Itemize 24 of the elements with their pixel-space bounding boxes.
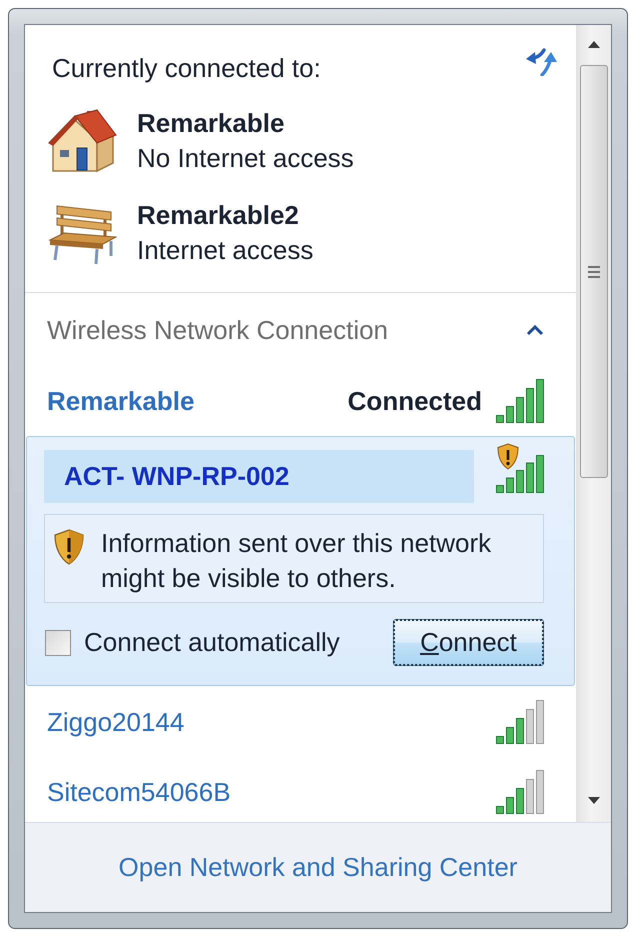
connection-name: Remarkable	[137, 107, 286, 140]
scroll-down-arrow-icon[interactable]	[588, 796, 600, 804]
house-icon	[47, 108, 117, 174]
connect-button[interactable]: Connect	[393, 619, 544, 666]
refresh-icon[interactable]	[525, 48, 559, 76]
connection-name: Remarkable2	[137, 199, 300, 232]
auto-connect-checkbox[interactable]	[45, 630, 71, 656]
network-sharing-center-link[interactable]: Open Network and Sharing Center	[118, 852, 518, 883]
network-status: Connected	[348, 386, 482, 416]
section-title: Wireless Network Connection	[47, 314, 388, 346]
warning-text: Information sent over this network might be visible to others.	[101, 527, 492, 595]
scroll-up-arrow-icon[interactable]	[588, 40, 600, 48]
connection-status: Internet access	[137, 234, 314, 267]
auto-connect-label[interactable]: Connect automatically	[84, 627, 340, 658]
scrollbar-thumb[interactable]	[580, 65, 608, 478]
network-name[interactable]: Sitecom54066B	[47, 776, 231, 808]
connection-status: No Internet access	[137, 142, 354, 175]
shield-warning-icon	[53, 529, 85, 565]
network-name[interactable]: Ziggo20144	[47, 706, 184, 738]
grip-icon	[588, 266, 600, 278]
chevron-icon[interactable]	[526, 324, 544, 336]
network-name[interactable]: ACT- WNP-RP-002	[44, 450, 474, 503]
connected-to-heading: Currently connected to:	[52, 52, 321, 82]
network-name[interactable]: Remarkable	[47, 386, 194, 416]
